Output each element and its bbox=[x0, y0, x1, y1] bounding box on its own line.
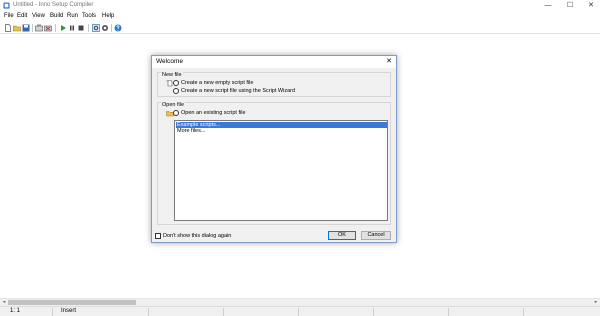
toolbar bbox=[0, 22, 600, 34]
scroll-right-arrow-icon[interactable]: ▸ bbox=[593, 299, 599, 306]
welcome-dialog: Welcome ✕ New file Create a new empty sc… bbox=[151, 55, 397, 243]
terminate-icon[interactable] bbox=[77, 24, 85, 32]
pause-icon[interactable] bbox=[68, 24, 76, 32]
minimize-button[interactable]: — bbox=[537, 0, 559, 12]
menu-file[interactable]: File bbox=[4, 13, 14, 19]
toolbar-separator bbox=[88, 24, 89, 32]
status-divider bbox=[298, 308, 299, 316]
stop-compile-icon[interactable] bbox=[44, 24, 52, 32]
open-icon[interactable] bbox=[13, 24, 21, 32]
toolbar-separator bbox=[55, 24, 56, 32]
maximize-button[interactable]: ☐ bbox=[559, 0, 581, 12]
checkbox[interactable] bbox=[155, 233, 161, 239]
cursor-position: 1: 1 bbox=[10, 308, 21, 314]
status-divider bbox=[223, 308, 224, 316]
radio-new-wizard[interactable]: Create a new script file using the Scrip… bbox=[173, 87, 295, 94]
new-file-group: New file Create a new empty script file … bbox=[157, 72, 391, 97]
radio-open-existing-label: Open an existing script file bbox=[181, 109, 246, 116]
radio-open-existing[interactable]: Open an existing script file bbox=[173, 109, 246, 116]
title-bar: Untitled - Inno Setup Compiler — ☐ ✕ bbox=[0, 0, 600, 12]
radio-new-empty-label: Create a new empty script file bbox=[181, 79, 254, 86]
menu-help[interactable]: Help bbox=[102, 13, 114, 19]
radio-new-empty[interactable]: Create a new empty script file bbox=[173, 79, 253, 86]
toolbar-separator bbox=[32, 24, 33, 32]
run-icon[interactable] bbox=[59, 24, 67, 32]
new-icon[interactable] bbox=[4, 24, 12, 32]
close-button[interactable]: ✕ bbox=[580, 0, 600, 12]
radio-button[interactable] bbox=[173, 79, 179, 86]
status-divider bbox=[448, 308, 449, 316]
radio-new-wizard-label: Create a new script file using the Scrip… bbox=[181, 87, 296, 94]
cancel-button[interactable]: Cancel bbox=[361, 231, 391, 240]
status-divider bbox=[373, 308, 374, 316]
scrollbar-thumb[interactable] bbox=[8, 300, 136, 305]
window-title: Untitled - Inno Setup Compiler bbox=[13, 2, 94, 8]
status-divider bbox=[523, 308, 524, 316]
target-setup-icon[interactable] bbox=[92, 24, 100, 32]
compile-icon[interactable] bbox=[35, 24, 43, 32]
dont-show-label: Don't show this dialog again bbox=[163, 233, 232, 239]
menu-view[interactable]: View bbox=[32, 13, 45, 19]
help-icon[interactable] bbox=[114, 24, 122, 32]
radio-button[interactable] bbox=[173, 87, 179, 94]
dont-show-checkbox[interactable]: Don't show this dialog again bbox=[155, 233, 231, 239]
dialog-close-button[interactable]: ✕ bbox=[384, 57, 394, 67]
insert-mode: Insert bbox=[61, 308, 77, 314]
status-divider bbox=[148, 308, 149, 316]
ok-button[interactable]: OK bbox=[328, 231, 356, 240]
menu-bar: File Edit View Build Run Tools Help bbox=[0, 12, 600, 22]
app-icon bbox=[3, 2, 10, 9]
new-file-label: New file bbox=[161, 72, 183, 78]
toolbar-separator bbox=[111, 24, 112, 32]
menu-build[interactable]: Build bbox=[50, 13, 63, 19]
horizontal-scrollbar[interactable]: ◂ ▸ bbox=[0, 298, 600, 306]
list-item[interactable]: More files... bbox=[176, 128, 387, 134]
menu-tools[interactable]: Tools bbox=[82, 13, 96, 19]
dialog-title-bar: Welcome ✕ bbox=[152, 56, 396, 68]
open-file-label: Open file bbox=[161, 102, 186, 108]
menu-edit[interactable]: Edit bbox=[17, 13, 27, 19]
recent-files-list[interactable]: Example scripts... More files... bbox=[174, 120, 388, 221]
status-divider bbox=[52, 308, 53, 316]
dialog-title: Welcome bbox=[156, 58, 183, 65]
status-bar: 1: 1 Insert bbox=[0, 306, 600, 316]
radio-button[interactable] bbox=[173, 109, 179, 116]
target-uninstall-icon[interactable] bbox=[101, 24, 109, 32]
save-icon[interactable] bbox=[22, 24, 30, 32]
scroll-left-arrow-icon[interactable]: ◂ bbox=[1, 299, 7, 306]
menu-run[interactable]: Run bbox=[67, 13, 78, 19]
